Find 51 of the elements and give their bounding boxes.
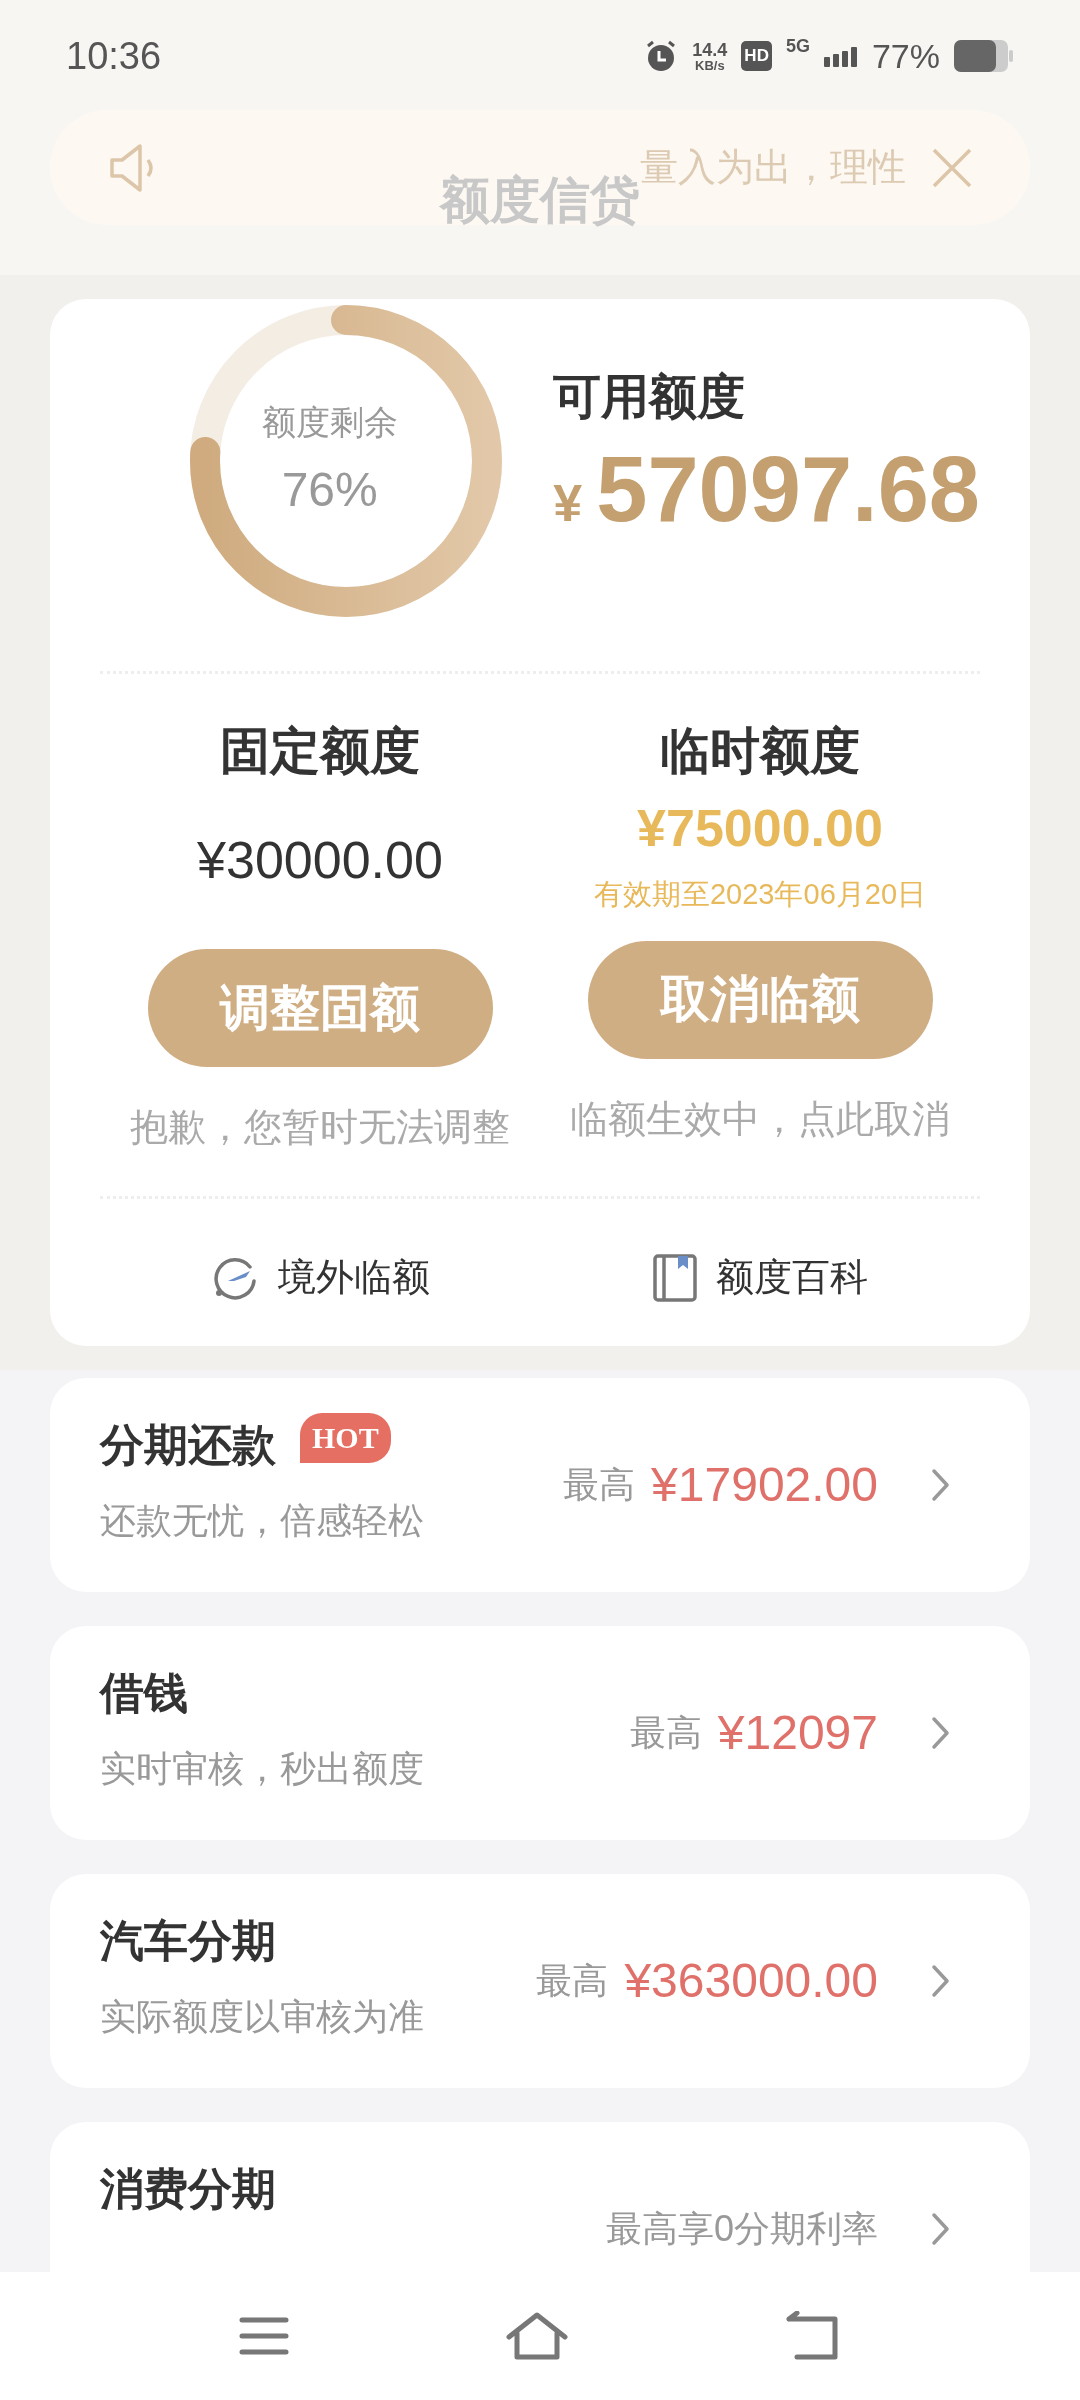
quota-amount: ¥75000.00 bbox=[637, 798, 883, 859]
quota-title: 固定额度 bbox=[220, 722, 420, 781]
product-card[interactable]: 分期还款 HOT 还款无忧，倍感轻松 最高 ¥17902.00 bbox=[50, 1378, 1030, 1592]
product-card[interactable]: 汽车分期 实际额度以审核为准 最高 ¥363000.00 bbox=[50, 1874, 1030, 2088]
home-icon[interactable] bbox=[505, 2311, 569, 2361]
status-time: 10:36 bbox=[66, 33, 162, 79]
amount-prefix: 最高 bbox=[629, 1711, 702, 1755]
notice-text: 量入为出，理性 bbox=[640, 145, 906, 190]
net-speed-unit: KB/s bbox=[695, 58, 725, 72]
amount-prefix: 最高 bbox=[563, 1463, 636, 1507]
quota-amount: ¥30000.00 bbox=[197, 830, 443, 891]
available-label: 可用额度 bbox=[553, 368, 747, 425]
ring-label: 额度剩余 bbox=[261, 401, 398, 443]
feature-link[interactable]: 境外临额 bbox=[100, 1249, 540, 1306]
product-title: 分期还款 bbox=[100, 1419, 276, 1471]
back-icon[interactable] bbox=[785, 2311, 841, 2361]
product-amount: ¥12097 bbox=[717, 1705, 878, 1761]
quota-title: 临时额度 bbox=[660, 722, 860, 781]
menu-icon[interactable] bbox=[239, 2316, 289, 2356]
product-title: 借钱 bbox=[100, 1667, 188, 1719]
product-subtitle: 还款无忧，倍感轻松 bbox=[100, 1499, 424, 1543]
available-amount: 57097.68 bbox=[596, 442, 980, 535]
product-subtitle: 实时审核，秒出额度 bbox=[100, 1747, 424, 1791]
quota-note: 临额生效中，点此取消 bbox=[570, 1096, 950, 1142]
product-amount: ¥363000.00 bbox=[624, 1953, 878, 2009]
product-title: 汽车分期 bbox=[100, 1915, 276, 1967]
amount-prefix: 最高 bbox=[536, 1959, 609, 2003]
ring-percent: 76% bbox=[281, 461, 378, 518]
product-amount: ¥17902.00 bbox=[651, 1457, 878, 1513]
amount-prefix: 最高享0分期利率 bbox=[605, 2207, 878, 2251]
product-subtitle: 实际额度以审核为准 bbox=[100, 1995, 424, 2039]
chevron-right-icon bbox=[930, 1467, 952, 1503]
feature-link-label: 境外临额 bbox=[278, 1255, 430, 1300]
network-type: 5G bbox=[785, 34, 810, 58]
battery-icon bbox=[954, 40, 1014, 72]
battery-percent: 77% bbox=[871, 35, 940, 77]
feature-link[interactable]: 额度百科 bbox=[540, 1249, 980, 1306]
hot-badge: HOT bbox=[300, 1413, 391, 1463]
signal-icon bbox=[823, 45, 858, 67]
expiry-date: 有效期至2023年06月20日 bbox=[594, 877, 926, 912]
net-speed: 14.4 bbox=[692, 40, 728, 59]
chevron-right-icon bbox=[930, 1963, 952, 1999]
chevron-right-icon bbox=[930, 2211, 952, 2247]
currency-symbol: ¥ bbox=[553, 472, 583, 534]
book-icon bbox=[652, 1252, 698, 1303]
quota-note: 抱歉，您暂时无法调整 bbox=[130, 1105, 510, 1150]
hd-indicator: HD bbox=[741, 41, 772, 71]
chevron-right-icon bbox=[930, 1715, 952, 1751]
product-title: 消费分期 bbox=[100, 2163, 276, 2215]
feature-link-label: 额度百科 bbox=[716, 1255, 868, 1300]
product-card[interactable]: 借钱 实时审核，秒出额度 最高 ¥12097 bbox=[50, 1626, 1030, 1840]
